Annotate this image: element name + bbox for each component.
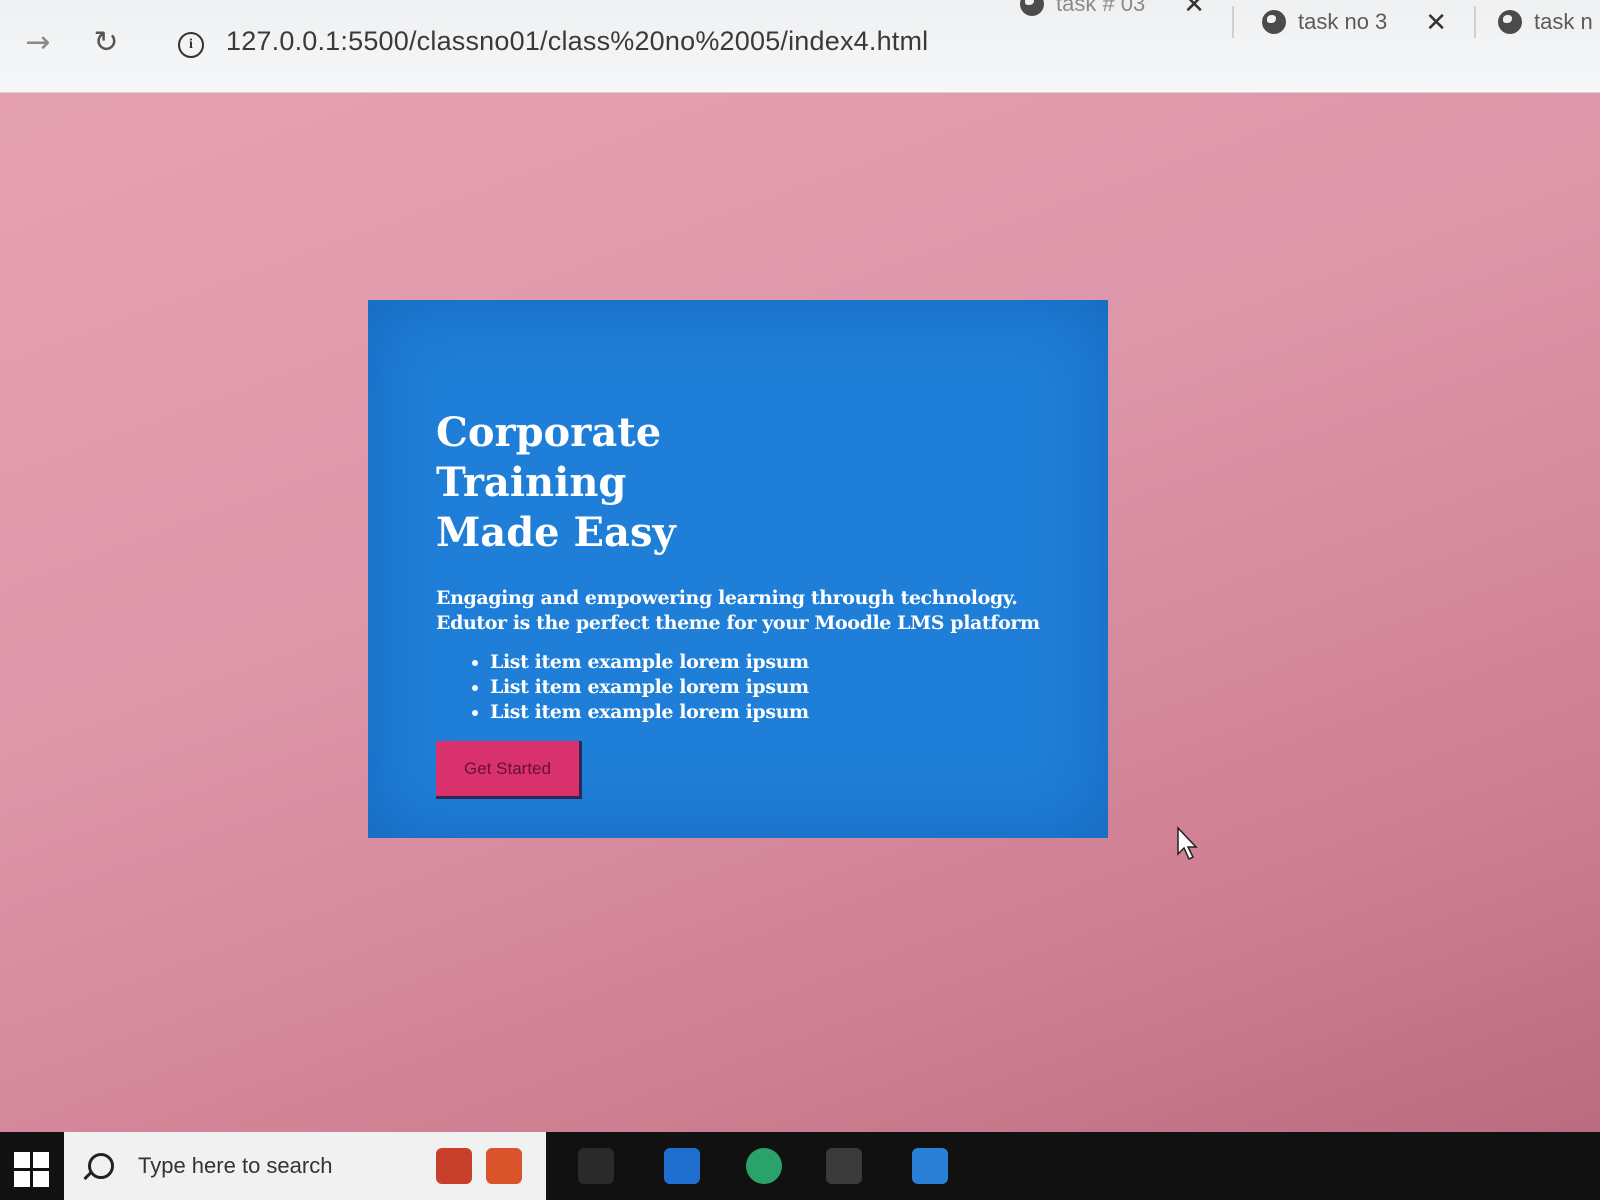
globe-icon <box>1498 10 1522 34</box>
windows-logo-icon[interactable] <box>0 1138 62 1200</box>
close-icon[interactable]: ✕ <box>1183 0 1205 20</box>
taskbar-app-icon[interactable] <box>664 1148 700 1184</box>
tab-separator <box>1232 6 1234 38</box>
taskbar-app-icon[interactable] <box>578 1148 614 1184</box>
hero-title-line: Corporate Training <box>436 409 662 506</box>
taskbar-app-icon[interactable] <box>912 1148 948 1184</box>
taskbar-app-icon[interactable] <box>486 1148 522 1184</box>
taskbar-app-icon[interactable] <box>826 1148 862 1184</box>
taskbar-search[interactable]: Type here to search <box>64 1132 546 1200</box>
get-started-button[interactable]: Get Started <box>436 741 582 799</box>
hero-description-line: Edutor is the perfect theme for your Moo… <box>436 612 1040 634</box>
tab-label: task no 3 <box>1298 9 1388 34</box>
taskbar-app-icon[interactable] <box>436 1148 472 1184</box>
hero-card: Corporate Training Made Easy Engaging an… <box>368 300 1108 838</box>
close-icon[interactable]: ✕ <box>1425 7 1447 38</box>
browser-tab[interactable]: task # 03 ✕ <box>1020 0 1205 26</box>
feature-list: List item example lorem ipsum List item … <box>436 650 1040 725</box>
address-bar[interactable]: 127.0.0.1:5500/classno01/class%20no%2005… <box>226 26 928 57</box>
info-icon[interactable]: i <box>178 32 204 58</box>
browser-tab[interactable]: task n <box>1498 0 1593 44</box>
mouse-cursor-icon <box>1177 826 1198 861</box>
search-icon <box>88 1153 114 1179</box>
hero-title-line: Made Easy <box>436 509 676 556</box>
search-placeholder: Type here to search <box>138 1153 333 1178</box>
globe-icon <box>1262 10 1286 34</box>
list-item: List item example lorem ipsum <box>490 675 1040 700</box>
forward-arrow-icon[interactable]: → <box>18 22 58 62</box>
hero-description-line: Engaging and empowering learning through… <box>436 587 1018 609</box>
reload-icon[interactable]: ↻ <box>86 22 126 62</box>
tab-separator <box>1474 6 1476 38</box>
browser-chrome: task # 03 ✕ task no 3 ✕ task n → ↻ i 127… <box>0 0 1600 93</box>
tab-label: task # 03 <box>1056 0 1146 16</box>
hero-title: Corporate Training Made Easy <box>436 408 856 558</box>
taskbar: Type here to search <box>0 1132 1600 1200</box>
list-item: List item example lorem ipsum <box>490 650 1040 675</box>
browser-tab[interactable]: task no 3 ✕ <box>1262 0 1447 44</box>
taskbar-app-icon[interactable] <box>746 1148 782 1184</box>
globe-icon <box>1020 0 1044 16</box>
list-item: List item example lorem ipsum <box>490 700 1040 725</box>
tab-label: task n <box>1534 9 1593 34</box>
hero-description: Engaging and empowering learning through… <box>436 586 1040 636</box>
